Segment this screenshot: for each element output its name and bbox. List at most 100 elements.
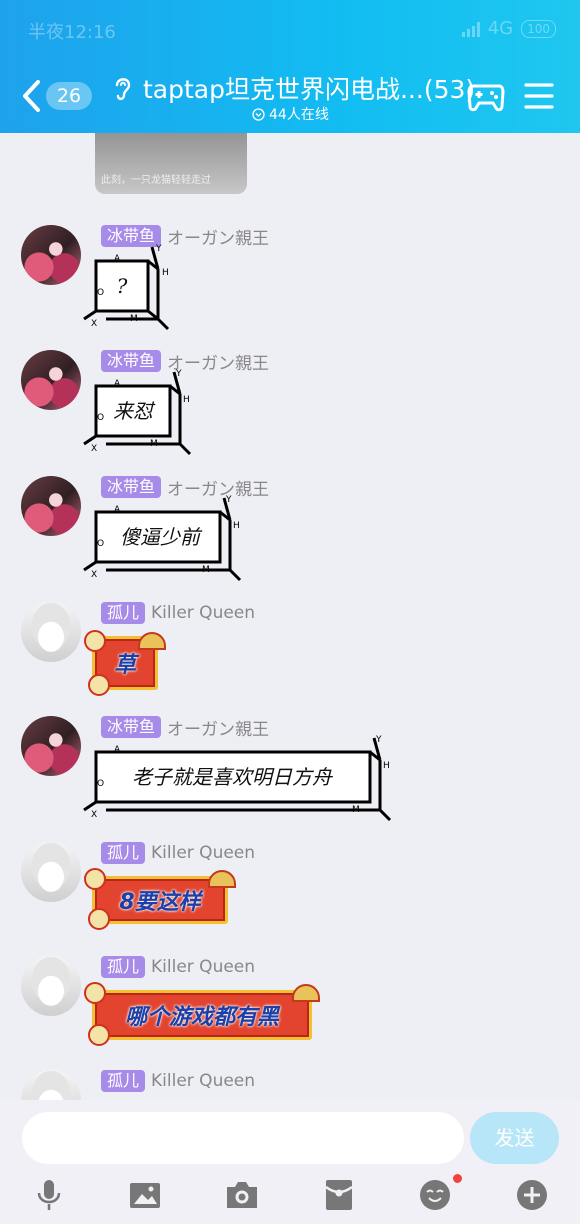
status-time: 半夜12:16 <box>28 22 116 43</box>
sender-info: 冰带鱼 オーガン親王 <box>101 350 270 374</box>
svg-text:M: M <box>150 439 158 449</box>
member-tag: 冰带鱼 <box>101 225 162 247</box>
sticker-text: 老子就是喜欢明日方舟 <box>132 765 333 789</box>
sender-name: オーガン親王 <box>167 719 270 740</box>
message-list[interactable]: 此刻，一只龙猫轻轻走过 冰带鱼 オーガン親王 ? A Y H O X M 冰带鱼… <box>0 133 580 1100</box>
svg-text:O: O <box>97 539 104 549</box>
flower-decoration <box>84 868 106 890</box>
sender-info: 孤儿 Killer Queen <box>101 956 255 978</box>
fan-decoration <box>208 870 236 888</box>
plus-icon[interactable] <box>514 1177 550 1213</box>
online-count[interactable]: 44人在线 <box>252 104 329 124</box>
online-count-label: 44人在线 <box>269 107 329 123</box>
chevron-circle-icon <box>252 107 265 121</box>
avatar[interactable] <box>21 956 81 1016</box>
sticker-text: 来怼 <box>113 399 156 423</box>
sticker-text: ? <box>117 274 128 298</box>
svg-text:X: X <box>91 810 97 820</box>
member-tag: 冰带鱼 <box>101 716 162 738</box>
avatar[interactable] <box>21 225 81 285</box>
battery-indicator: 100 <box>521 19 556 38</box>
sender-info: 孤儿 Killer Queen <box>101 1070 255 1092</box>
chat-header: 半夜12:16 4G 100 26 taptap坦克世界闪电战...(53) 4… <box>0 0 580 133</box>
sender-info: 孤儿 Killer Queen <box>101 602 255 624</box>
avatar[interactable] <box>21 602 81 662</box>
image-icon[interactable] <box>127 1177 163 1213</box>
svg-text:H: H <box>383 761 390 771</box>
sender-info: 冰带鱼 オーガン親王 <box>101 476 269 500</box>
sender-info: 冰带鱼 オーガン親王 <box>101 225 270 249</box>
sticker-text: 草 <box>113 653 136 678</box>
gamepad-icon[interactable] <box>467 78 505 114</box>
svg-text:Y: Y <box>155 244 162 254</box>
status-indicators: 4G 100 <box>461 18 556 39</box>
red-packet-icon[interactable] <box>321 1177 357 1213</box>
unread-count-badge[interactable]: 26 <box>46 82 92 110</box>
svg-text:H: H <box>183 395 190 405</box>
sender-name: Killer Queen <box>151 843 256 863</box>
svg-text:M: M <box>130 314 138 324</box>
svg-text:X: X <box>91 570 97 580</box>
sender-name: Killer Queen <box>151 603 256 623</box>
sender-name: オーガン親王 <box>167 353 270 374</box>
svg-text:A: A <box>114 505 121 515</box>
flower-decoration <box>88 908 110 930</box>
camera-icon[interactable] <box>224 1177 260 1213</box>
avatar[interactable] <box>21 842 81 902</box>
member-tag: 孤儿 <box>101 842 146 864</box>
flower-decoration <box>84 982 106 1004</box>
sender-name: オーガン親王 <box>167 228 270 249</box>
svg-text:A: A <box>114 254 121 264</box>
composer-bar: 发送 <box>0 1100 580 1224</box>
svg-text:O: O <box>97 288 104 298</box>
microphone-icon[interactable] <box>31 1177 67 1213</box>
member-tag: 孤儿 <box>101 956 146 978</box>
svg-text:H: H <box>233 521 240 531</box>
sticker-text: 傻逼少前 <box>120 525 203 549</box>
back-arrow-icon[interactable] <box>20 78 44 114</box>
fan-decoration <box>292 984 320 1002</box>
svg-text:M: M <box>352 805 360 815</box>
member-tag: 孤儿 <box>101 602 146 624</box>
festive-sticker[interactable]: 8要这样 <box>84 868 236 930</box>
notification-dot <box>453 1174 462 1183</box>
avatar[interactable] <box>21 350 81 410</box>
svg-text:X: X <box>91 444 97 454</box>
group-title[interactable]: taptap坦克世界闪电战...(53) <box>143 70 475 106</box>
avatar[interactable] <box>21 476 81 536</box>
box-sticker[interactable]: 傻逼少前 A Y H O X M <box>80 495 250 588</box>
sticker-text: 哪个游戏都有黑 <box>124 1005 279 1030</box>
avatar[interactable] <box>21 716 81 776</box>
emoji-icon[interactable] <box>417 1177 453 1213</box>
box-sticker[interactable]: 来怼 A Y H O X M <box>80 369 205 462</box>
svg-text:A: A <box>114 745 121 755</box>
sender-info: 冰带鱼 オーガン親王 <box>101 716 270 740</box>
network-type: 4G <box>487 18 514 39</box>
box-sticker[interactable]: 老子就是喜欢明日方舟 A Y H O X M <box>80 735 400 828</box>
ear-icon[interactable] <box>112 74 134 102</box>
svg-text:H: H <box>162 268 169 278</box>
festive-sticker[interactable]: 草 <box>84 628 166 696</box>
sender-name: Killer Queen <box>151 1071 256 1091</box>
svg-text:M: M <box>202 565 210 575</box>
message-input[interactable] <box>22 1112 464 1164</box>
sticker-text: 8要这样 <box>119 890 201 915</box>
previous-image-message[interactable]: 此刻，一只龙猫轻轻走过 <box>95 133 247 194</box>
member-tag: 冰带鱼 <box>101 350 162 372</box>
box-sticker[interactable]: ? A Y H O X M <box>80 244 190 337</box>
svg-text:Y: Y <box>375 735 382 745</box>
menu-icon[interactable] <box>524 82 554 110</box>
member-tag: 孤儿 <box>101 1070 146 1092</box>
image-caption: 此刻，一只龙猫轻轻走过 <box>101 175 211 186</box>
festive-sticker[interactable]: 哪个游戏都有黑 <box>84 982 320 1046</box>
flower-decoration <box>88 674 110 696</box>
sender-info: 孤儿 Killer Queen <box>101 842 255 864</box>
svg-text:O: O <box>97 413 104 423</box>
send-button[interactable]: 发送 <box>470 1112 559 1164</box>
svg-text:Y: Y <box>225 495 232 505</box>
avatar[interactable] <box>21 1070 81 1100</box>
flower-decoration <box>84 630 106 652</box>
member-tag: 冰带鱼 <box>101 476 162 498</box>
svg-text:A: A <box>114 379 121 389</box>
sender-name: Killer Queen <box>151 957 256 977</box>
